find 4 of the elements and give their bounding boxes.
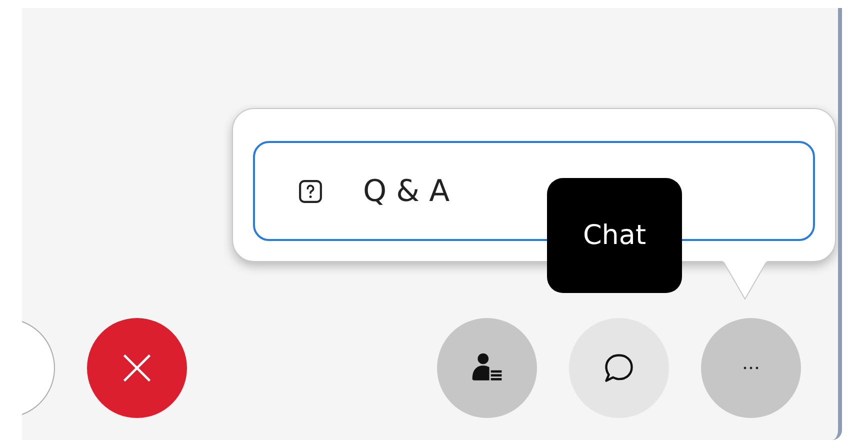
more-icon (742, 365, 760, 371)
question-icon (298, 178, 323, 204)
chat-bubble-icon (602, 351, 636, 385)
tooltip: Chat (547, 178, 682, 293)
